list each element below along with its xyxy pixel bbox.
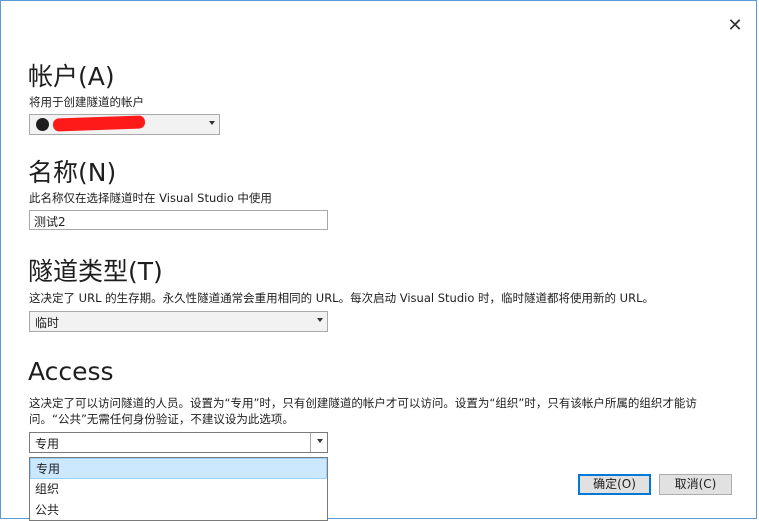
access-select[interactable]: 专用	[29, 432, 328, 453]
tunnel-type-value: 临时	[35, 316, 60, 330]
github-icon	[36, 118, 49, 131]
select-divider	[310, 433, 311, 452]
ok-button[interactable]: 确定(O)	[578, 474, 651, 495]
name-title: 名称(N)	[28, 158, 117, 187]
account-title: 帐户(A)	[28, 62, 115, 91]
access-value: 专用	[35, 437, 60, 451]
account-description: 将用于创建隧道的帐户	[29, 95, 144, 109]
access-title: Access	[28, 357, 114, 386]
access-description-line2: 问。“公共”无需任何身份验证，不建议设为此选项。	[29, 412, 294, 426]
access-description-line1: 这决定了可以访问隧道的人员。设置为“专用”时，只有创建隧道的帐户才可以访问。设置…	[29, 396, 697, 410]
cancel-button[interactable]: 取消(C)	[659, 474, 732, 495]
tunnel-type-title: 隧道类型(T)	[28, 257, 163, 286]
access-option-private[interactable]: 专用	[30, 458, 327, 479]
access-dropdown-list: 专用 组织 公共	[29, 457, 328, 521]
access-option-public[interactable]: 公共	[30, 500, 327, 521]
name-description: 此名称仅在选择隧道时在 Visual Studio 中使用	[29, 191, 272, 205]
tunnel-type-select[interactable]: 临时	[29, 311, 328, 332]
close-icon[interactable]: ✕	[725, 15, 745, 35]
tunnel-type-description: 这决定了 URL 的生存期。永久性隧道通常会重用相同的 URL。每次启动 Vis…	[29, 291, 654, 305]
create-tunnel-dialog: ✕ 帐户(A) 将用于创建隧道的帐户 名称(N) 此名称仅在选择隧道时在 Vis…	[0, 0, 757, 521]
name-input[interactable]: 测试2	[29, 210, 328, 230]
chevron-down-icon	[209, 121, 215, 125]
chevron-down-icon	[317, 318, 323, 322]
access-option-organization[interactable]: 组织	[30, 479, 327, 500]
chevron-down-icon	[317, 439, 323, 443]
